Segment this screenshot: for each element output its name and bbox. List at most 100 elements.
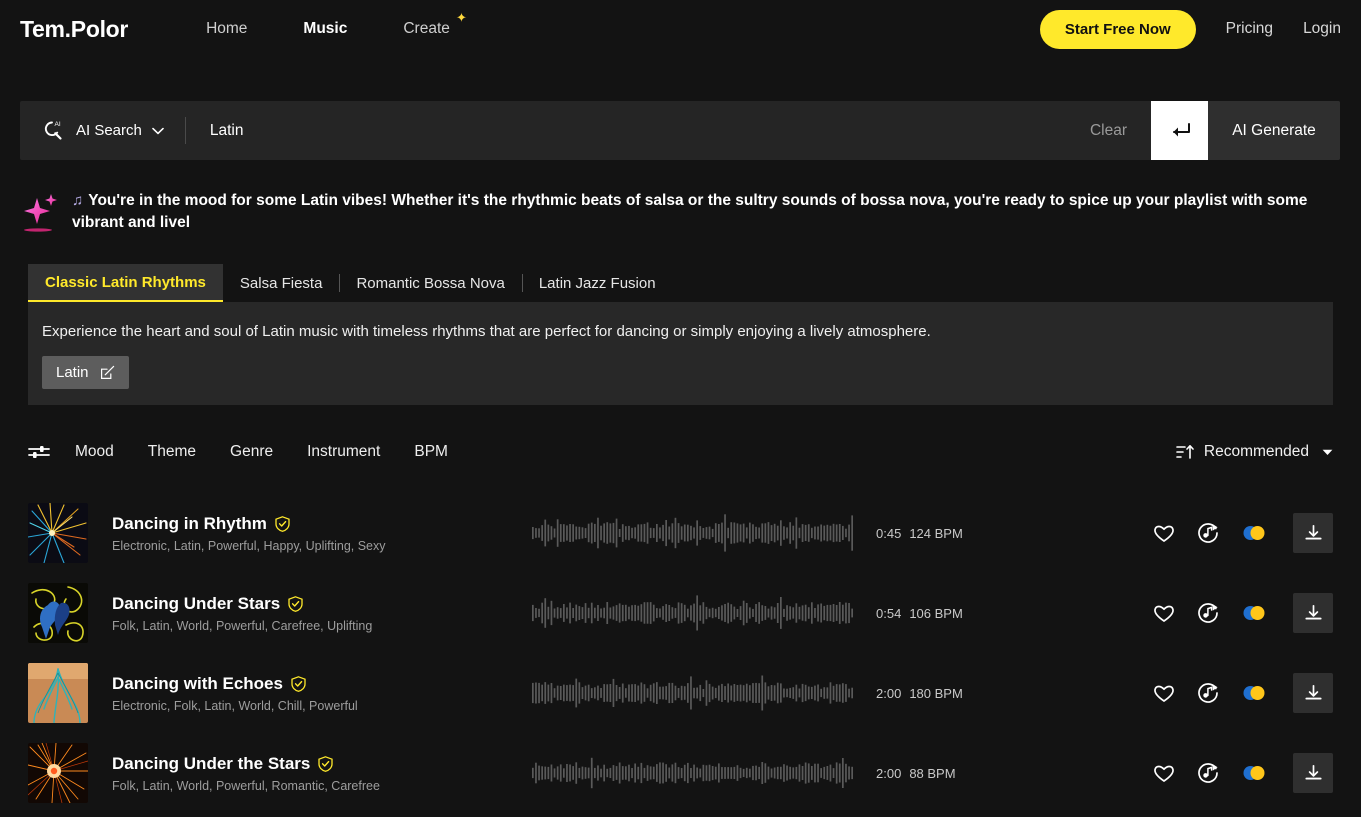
edit-icon bbox=[100, 365, 114, 379]
nav-item-create-label: Create bbox=[403, 20, 450, 37]
filter-instrument[interactable]: Instrument bbox=[307, 443, 380, 461]
search-mode-selector[interactable]: AI AI Search bbox=[20, 101, 186, 160]
brand-logo[interactable]: Tem.Polor bbox=[20, 16, 128, 43]
table-row[interactable]: Dancing Under the Stars Folk, Latin, Wor… bbox=[0, 733, 1361, 813]
heart-icon[interactable] bbox=[1153, 763, 1175, 783]
track-tags: Electronic, Latin, Powerful, Happy, Upli… bbox=[112, 538, 386, 553]
table-row[interactable]: Dancing Under Stars Folk, Latin, World, … bbox=[0, 573, 1361, 653]
track-title: Dancing in Rhythm bbox=[112, 513, 267, 533]
track-info: Dancing Under Stars Folk, Latin, World, … bbox=[112, 594, 532, 633]
tune-icon[interactable] bbox=[28, 444, 50, 460]
download-button[interactable] bbox=[1293, 753, 1333, 793]
variations-icon[interactable] bbox=[1241, 523, 1267, 543]
variations-icon[interactable] bbox=[1241, 763, 1267, 783]
clear-search-button[interactable]: Clear bbox=[1066, 101, 1151, 160]
heart-icon[interactable] bbox=[1153, 603, 1175, 623]
search-input-wrapper bbox=[186, 101, 1066, 160]
keyword-chip-latin[interactable]: Latin bbox=[42, 355, 129, 389]
track-title: Dancing with Echoes bbox=[112, 673, 283, 693]
sort-label: Recommended bbox=[1203, 443, 1309, 460]
track-bpm: 124 BPM bbox=[909, 525, 963, 541]
pricing-link[interactable]: Pricing bbox=[1226, 20, 1273, 38]
heart-icon[interactable] bbox=[1153, 523, 1175, 543]
tab-classic-latin-rhythms[interactable]: Classic Latin Rhythms bbox=[28, 264, 223, 302]
submit-search-button[interactable] bbox=[1151, 101, 1208, 160]
sort-selector[interactable]: Recommended bbox=[1176, 443, 1333, 461]
track-list: Dancing in Rhythm Electronic, Latin, Pow… bbox=[0, 493, 1361, 813]
verified-badge-icon bbox=[318, 755, 334, 772]
enter-arrow-icon bbox=[1172, 122, 1190, 136]
download-icon bbox=[1304, 684, 1322, 700]
track-artwork[interactable] bbox=[28, 503, 88, 563]
login-link[interactable]: Login bbox=[1303, 20, 1341, 38]
find-similar-icon[interactable] bbox=[1197, 522, 1219, 544]
nav-item-home[interactable]: Home bbox=[206, 20, 247, 38]
track-tags: Folk, Latin, World, Powerful, Carefree, … bbox=[112, 618, 373, 633]
search-input[interactable] bbox=[209, 121, 1066, 140]
tab-salsa-fiesta[interactable]: Salsa Fiesta bbox=[223, 264, 340, 302]
track-duration: 2:00 bbox=[876, 765, 902, 781]
track-meta-time: 0:45 124 BPM bbox=[876, 526, 996, 541]
ai-generate-button[interactable]: AI Generate bbox=[1208, 101, 1340, 160]
track-artwork[interactable] bbox=[28, 583, 88, 643]
nav-item-music[interactable]: Music bbox=[303, 20, 347, 38]
verified-badge-icon bbox=[291, 675, 306, 692]
find-similar-icon[interactable] bbox=[1197, 682, 1219, 704]
main-nav: Home Music Create ✦ bbox=[206, 11, 467, 38]
filter-mood[interactable]: Mood bbox=[75, 443, 114, 461]
filter-bpm[interactable]: BPM bbox=[414, 443, 448, 461]
chevron-down-icon bbox=[1322, 449, 1333, 455]
panel-description: Experience the heart and soul of Latin m… bbox=[42, 323, 931, 340]
sort-ascending-icon bbox=[1176, 445, 1194, 459]
track-duration: 2:00 bbox=[876, 685, 902, 701]
sparkle-icon bbox=[24, 194, 57, 232]
download-button[interactable] bbox=[1293, 673, 1333, 713]
download-button[interactable] bbox=[1293, 513, 1333, 553]
track-info: Dancing with Echoes Electronic, Folk, La… bbox=[112, 674, 532, 713]
waveform[interactable] bbox=[532, 753, 854, 793]
track-title: Dancing Under Stars bbox=[112, 593, 281, 613]
find-similar-icon[interactable] bbox=[1197, 762, 1219, 784]
sparkle-icon: ✦ bbox=[455, 10, 467, 25]
download-icon bbox=[1304, 764, 1322, 780]
tab-latin-jazz-fusion[interactable]: Latin Jazz Fusion bbox=[521, 264, 673, 302]
start-free-now-button[interactable]: Start Free Now bbox=[1039, 9, 1196, 49]
track-bpm: 180 BPM bbox=[909, 685, 963, 701]
waveform[interactable] bbox=[532, 593, 854, 633]
verified-badge-icon bbox=[275, 515, 290, 532]
variations-icon[interactable] bbox=[1241, 683, 1267, 703]
filter-theme[interactable]: Theme bbox=[148, 443, 196, 461]
ai-suggestion: ♫ You're in the mood for some Latin vibes… bbox=[22, 190, 1342, 236]
waveform[interactable] bbox=[532, 673, 854, 713]
download-button[interactable] bbox=[1293, 593, 1333, 633]
filter-genre[interactable]: Genre bbox=[230, 443, 273, 461]
track-meta-time: 0:54 106 BPM bbox=[876, 606, 996, 621]
filter-bar: Mood Theme Genre Instrument BPM Recommen… bbox=[28, 434, 1333, 470]
track-artwork[interactable] bbox=[28, 743, 88, 803]
download-icon bbox=[1304, 604, 1322, 620]
keyword-chip-label: Latin bbox=[56, 363, 89, 381]
heart-icon[interactable] bbox=[1153, 683, 1175, 703]
tab-romantic-bossa-nova[interactable]: Romantic Bossa Nova bbox=[339, 264, 521, 302]
track-artwork[interactable] bbox=[28, 663, 88, 723]
variations-icon[interactable] bbox=[1241, 603, 1267, 623]
ai-suggestion-body: You're in the mood for some Latin vibes!… bbox=[72, 192, 1308, 232]
track-actions bbox=[1153, 753, 1333, 793]
nav-item-create[interactable]: Create ✦ bbox=[403, 11, 467, 38]
search-mode-label: AI Search bbox=[76, 122, 142, 139]
track-title: Dancing Under the Stars bbox=[112, 753, 311, 773]
find-similar-icon[interactable] bbox=[1197, 602, 1219, 624]
suggestion-panel: Experience the heart and soul of Latin m… bbox=[28, 302, 1333, 405]
waveform[interactable] bbox=[532, 513, 854, 553]
track-duration: 0:54 bbox=[876, 605, 902, 621]
table-row[interactable]: Dancing in Rhythm Electronic, Latin, Pow… bbox=[0, 493, 1361, 573]
track-bpm: 88 BPM bbox=[909, 765, 956, 781]
track-duration: 0:45 bbox=[876, 525, 902, 541]
artwork-3 bbox=[28, 663, 88, 723]
table-row[interactable]: Dancing with Echoes Electronic, Folk, La… bbox=[0, 653, 1361, 733]
ai-search-icon: AI bbox=[44, 121, 62, 140]
ai-suggestion-text: ♫ You're in the mood for some Latin vibes… bbox=[72, 190, 1330, 236]
top-header: Tem.Polor Home Music Create ✦ Start Free… bbox=[0, 0, 1361, 58]
suggestion-tabs: Classic Latin Rhythms Salsa Fiesta Roman… bbox=[28, 264, 673, 302]
track-meta-time: 2:00 88 BPM bbox=[876, 766, 996, 781]
